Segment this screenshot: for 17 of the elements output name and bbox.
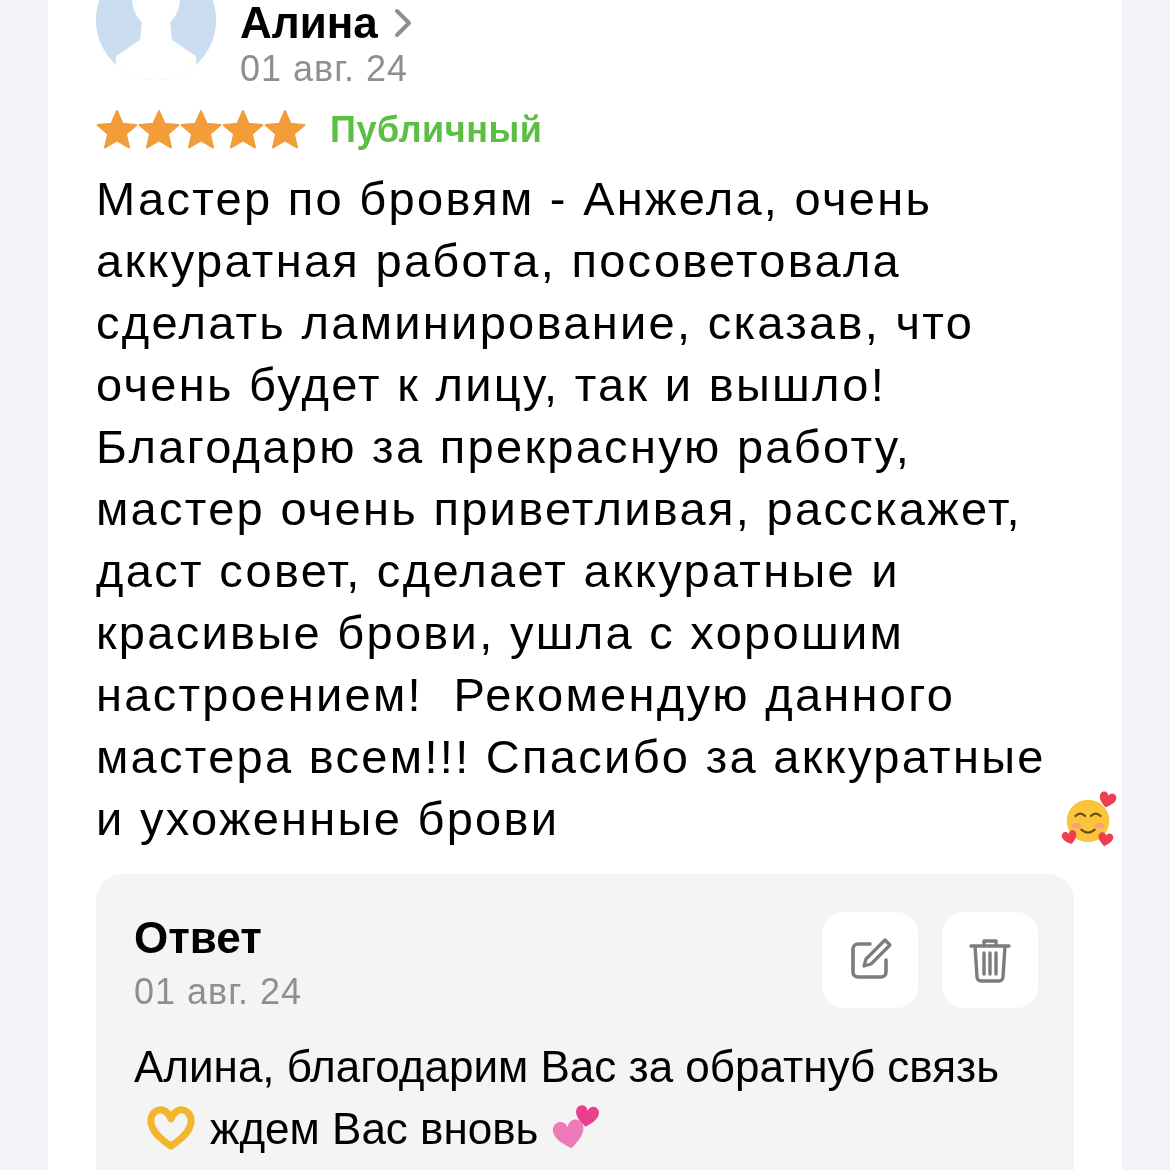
reply-text: ждем Вас вновь — [210, 1104, 539, 1153]
author-name: Алина — [240, 0, 378, 46]
visibility-label: Публичный — [330, 108, 543, 152]
star-icon — [96, 109, 138, 151]
star-icon — [222, 109, 264, 151]
star-icon — [138, 109, 180, 151]
reply-text: Алина, благодарим Вас за обратнуб связь — [134, 1042, 1000, 1091]
edit-button[interactable] — [822, 912, 918, 1008]
star-icon — [264, 109, 306, 151]
reply-title: Ответ — [134, 912, 263, 964]
review-date: 01 авг. 24 — [240, 47, 409, 91]
review-text: Мастер по бровям - Анжела, очень аккуратная работа, посоветовала сделать ламинирование, сказав, что очень будет к лицу, так и вышло! Благодарю за прекрасную работу, мастер очень приветливая, расскажет, даст совет, сделает аккуратные и красивые брови, ушла с хорошим настроением! Рекомендую данного мастера всем!!! Спасибо за аккуратные и ухоженные брови — [96, 172, 1047, 845]
delete-button[interactable] — [942, 912, 1038, 1008]
reply-date: 01 авг. 24 — [134, 970, 302, 1014]
smiling-face-hearts-icon — [1060, 790, 1118, 848]
star-icon — [180, 109, 222, 151]
chevron-icon[interactable] — [393, 8, 412, 38]
